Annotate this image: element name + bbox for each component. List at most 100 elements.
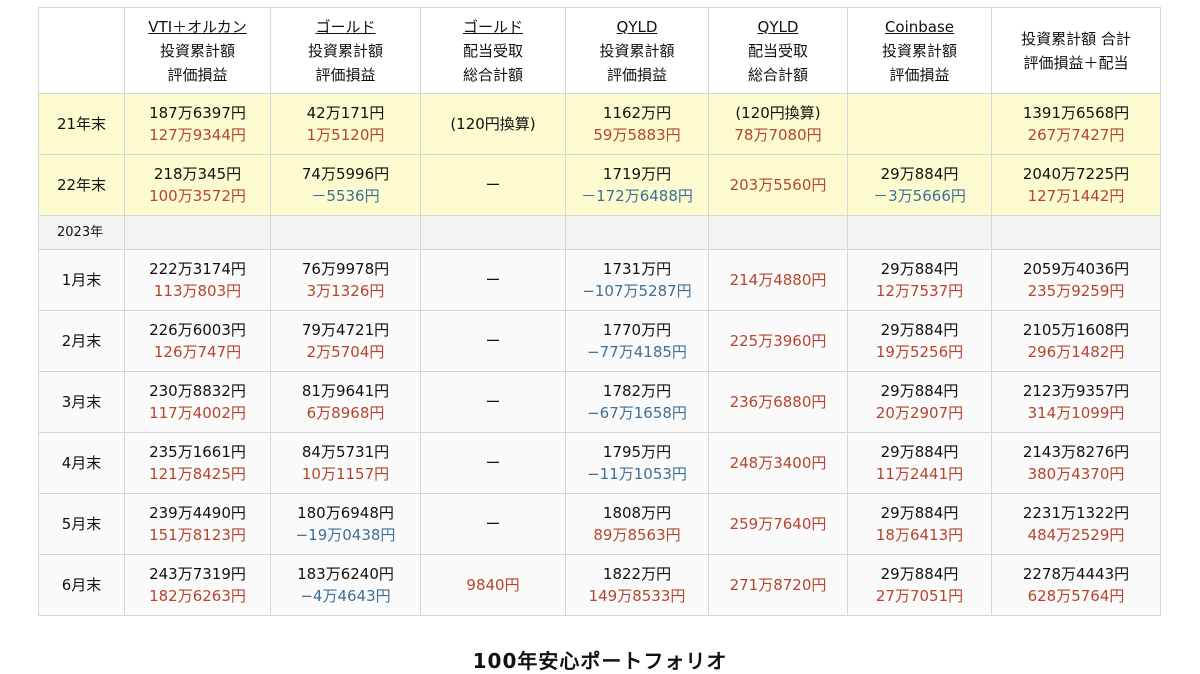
table-row: 1月末 222万3174円 113万803円 76万9978円 3万1326円 ー 1731… — [38, 249, 1161, 311]
table-cell: 230万8832円 117万4002円 — [124, 371, 271, 433]
cell-primary-value: 214万4880円 — [729, 271, 827, 289]
table-cell: 1162万円 59万5883円 — [565, 93, 709, 155]
table-cell: 222万3174円 113万803円 — [124, 249, 271, 311]
table-cell: (120円換算) — [420, 93, 566, 155]
table-cell: 29万884円 20万2907円 — [847, 371, 992, 433]
cell-secondary-value: 59万5883円 — [593, 126, 681, 144]
cell-primary-value: 1782万円 — [602, 382, 672, 400]
cell-secondary-value: −107万5287円 — [582, 282, 692, 300]
row-label: 5月末 — [38, 493, 125, 555]
cell-secondary-value: －172万6488円 — [581, 187, 693, 205]
cell-primary-value: 236万6880円 — [729, 393, 827, 411]
cell-primary-value: 1808万円 — [602, 504, 672, 522]
table-body: 21年末 187万6397円 127万9344円 42万171円 1万5120円 (120… — [38, 93, 1161, 616]
cell-secondary-value: 1万5120円 — [306, 126, 385, 144]
table-cell: 29万884円 19万5256円 — [847, 310, 992, 372]
cell-secondary-value: 20万2907円 — [875, 404, 964, 422]
table-row: 4月末 235万1661円 121万8425円 84万5731円 10万1157円 ー 17… — [38, 432, 1161, 494]
column-header-line: 配当受取 — [462, 41, 523, 60]
column-header-line: 評価損益 — [167, 65, 228, 84]
cell-primary-value: 248万3400円 — [729, 454, 827, 472]
cell-secondary-value: −19万0438円 — [295, 526, 396, 544]
cell-primary-value: 1719万円 — [602, 165, 672, 183]
cell-secondary-value: 12万7537円 — [875, 282, 964, 300]
row-label: 3月末 — [38, 371, 125, 433]
column-header-line: 評価損益 — [889, 65, 950, 84]
cell-secondary-value: 296万1482円 — [1027, 343, 1125, 361]
cell-secondary-value: 113万803円 — [153, 282, 242, 300]
table-cell: 248万3400円 — [708, 432, 848, 494]
table-cell: 2278万4443円 628万5764円 — [991, 554, 1161, 616]
cell-secondary-value: 11万2441円 — [875, 465, 964, 483]
cell-primary-value: 187万6397円 — [149, 104, 246, 122]
cell-secondary-value: 100万3572円 — [149, 187, 246, 205]
column-header-line: 投資累計額 — [159, 41, 235, 60]
section-cell — [991, 215, 1161, 250]
cell-secondary-value: 121万8425円 — [149, 465, 246, 483]
table-cell: 76万9978円 3万1326円 — [270, 249, 421, 311]
column-header: ゴールド 投資累計額 評価損益 — [270, 7, 421, 94]
column-header-line: ゴールド — [462, 17, 523, 36]
table-row: 22年末 218万345円 100万3572円 74万5996円 －5536円 ー 1719… — [38, 154, 1161, 216]
table-cell: 2123万9357円 314万1099円 — [991, 371, 1161, 433]
section-cell — [124, 215, 271, 250]
cell-primary-value: 239万4490円 — [149, 504, 246, 522]
table-cell: 2231万1322円 484万2529円 — [991, 493, 1161, 555]
column-header-line: 評価損益 — [315, 65, 376, 84]
cell-primary-value: 81万9641円 — [301, 382, 390, 400]
table-cell: 218万345円 100万3572円 — [124, 154, 271, 216]
section-cell — [708, 215, 848, 250]
cell-primary-value: 1162万円 — [602, 104, 672, 122]
cell-primary-value: ー — [485, 271, 501, 289]
cell-secondary-value: −77万4185円 — [587, 343, 687, 361]
cell-secondary-value: 267万7427円 — [1027, 126, 1125, 144]
section-row: 2023年 — [38, 215, 1161, 250]
cell-primary-value: 76万9978円 — [301, 260, 390, 278]
cell-primary-value: 84万5731円 — [301, 443, 390, 461]
cell-primary-value: 29万884円 — [880, 504, 959, 522]
table-cell: 1731万円 −107万5287円 — [565, 249, 709, 311]
cell-secondary-value: 117万4002円 — [149, 404, 246, 422]
cell-primary-value: 2059万4036円 — [1022, 260, 1130, 278]
table-cell: 29万884円 11万2441円 — [847, 432, 992, 494]
cell-primary-value: ー — [485, 515, 501, 533]
cell-primary-value: ー — [485, 393, 501, 411]
table-cell: 226万6003円 126万747円 — [124, 310, 271, 372]
table-cell: 225万3960円 — [708, 310, 848, 372]
column-header: 投資累計額 合計 評価損益＋配当 — [991, 7, 1161, 94]
cell-primary-value: 29万884円 — [880, 443, 959, 461]
table-cell: (120円換算) 78万7080円 — [708, 93, 848, 155]
section-cell — [270, 215, 421, 250]
cell-secondary-value: 89万8563円 — [593, 526, 681, 544]
cell-primary-value: 1795万円 — [602, 443, 672, 461]
section-cell — [847, 215, 992, 250]
column-header-line: 投資累計額 — [881, 41, 957, 60]
cell-secondary-value: 314万1099円 — [1027, 404, 1125, 422]
table-cell: 180万6948円 −19万0438円 — [270, 493, 421, 555]
cell-primary-value: ー — [485, 332, 501, 350]
table-cell: 2143万8276円 380万4370円 — [991, 432, 1161, 494]
column-header-line: VTI＋オルカン — [148, 17, 247, 36]
cell-secondary-value: 149万8533円 — [588, 587, 686, 605]
table-cell: 84万5731円 10万1157円 — [270, 432, 421, 494]
cell-primary-value: 235万1661円 — [149, 443, 246, 461]
cell-primary-value: 74万5996円 — [301, 165, 390, 183]
table-cell: 1391万6568円 267万7427円 — [991, 93, 1161, 155]
cell-primary-value: 29万884円 — [880, 165, 959, 183]
column-header-line: 総合計額 — [462, 65, 523, 84]
cell-secondary-value: 380万4370円 — [1027, 465, 1125, 483]
cell-primary-value: 2105万1608円 — [1022, 321, 1130, 339]
table-cell: 183万6240円 −4万4643円 — [270, 554, 421, 616]
row-label: 6月末 — [38, 554, 125, 616]
cell-secondary-value: 2万5704円 — [306, 343, 385, 361]
cell-primary-value: 180万6948円 — [297, 504, 394, 522]
cell-primary-value: 29万884円 — [880, 321, 959, 339]
table-cell: 243万7319円 182万6263円 — [124, 554, 271, 616]
portfolio-table: VTI＋オルカン 投資累計額 評価損益 ゴールド 投資累計額 評価損益 ゴールド 配当受取 総合… — [38, 7, 1161, 616]
cell-secondary-value: 10万1157円 — [301, 465, 390, 483]
table-cell: 271万8720円 — [708, 554, 848, 616]
cell-primary-value: 203万5560円 — [729, 176, 827, 194]
table-cell: ー — [420, 310, 566, 372]
column-header-line: 評価損益 — [606, 65, 667, 84]
table-row: 21年末 187万6397円 127万9344円 42万171円 1万5120円 (120… — [38, 93, 1161, 155]
